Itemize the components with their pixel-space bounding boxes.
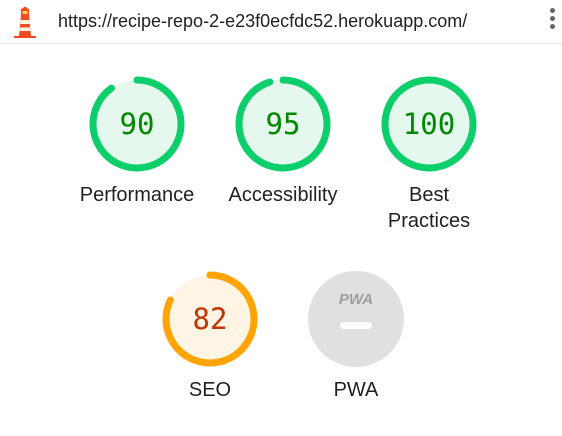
gauge-score: 82 (193, 302, 228, 336)
gauge-score: 90 (120, 107, 155, 141)
pwa-badge-icon: PWA (308, 271, 404, 367)
kebab-menu-icon[interactable] (546, 8, 558, 36)
gauge-score: 95 (266, 107, 301, 141)
gauge-pwa[interactable]: PWA PWA (281, 271, 431, 403)
gauge-best-practices[interactable]: 100 Best Practices (353, 76, 505, 234)
lighthouse-icon (14, 6, 36, 38)
gauge-label: PWA (333, 379, 379, 401)
report-url[interactable]: https://recipe-repo-2-e23f0ecfdc52.herok… (58, 10, 467, 32)
gauge-label: Best Practices (387, 184, 471, 232)
gauge-label: Accessibility (228, 184, 338, 206)
pwa-badge-text: PWA (339, 291, 373, 308)
gauge-label: SEO (188, 379, 232, 401)
url-bar: https://recipe-repo-2-e23f0ecfdc52.herok… (0, 0, 562, 44)
gauge-accessibility[interactable]: 95 Accessibility (208, 76, 358, 208)
performance-gauge-ring: 90 (89, 76, 185, 172)
gauge-seo[interactable]: 82 SEO (135, 271, 285, 403)
gauge-performance[interactable]: 90 Performance (62, 76, 212, 208)
gauge-label: Performance (79, 184, 195, 206)
seo-gauge-ring: 82 (162, 271, 258, 367)
best-practices-gauge-ring: 100 (381, 76, 477, 172)
gauge-score: 100 (403, 107, 455, 141)
accessibility-gauge-ring: 95 (235, 76, 331, 172)
